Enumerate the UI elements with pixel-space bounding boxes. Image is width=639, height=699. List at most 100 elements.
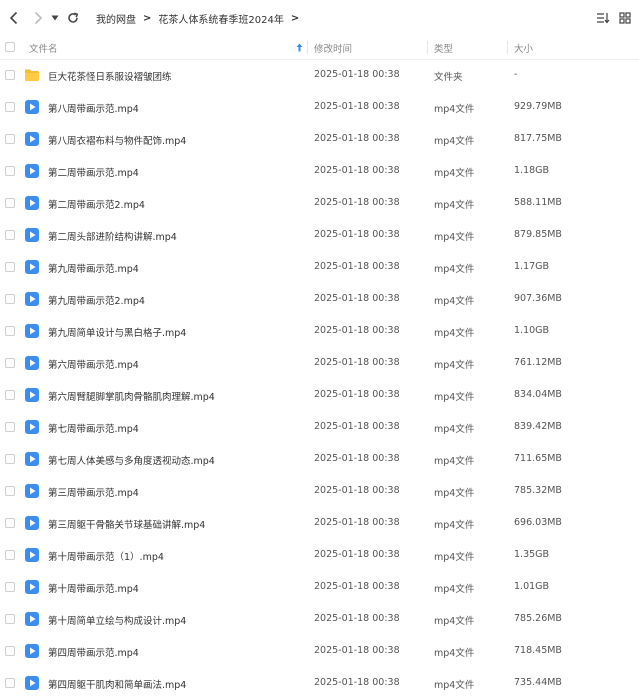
column-divider[interactable] (507, 41, 508, 54)
file-name[interactable]: 第九周带画示范.mp4 (48, 261, 139, 275)
file-type: mp4文件 (434, 584, 475, 595)
file-name[interactable]: 第二周带画示范2.mp4 (48, 197, 145, 211)
file-name[interactable]: 第四周躯干肌肉和简单画法.mp4 (48, 677, 186, 691)
file-modified-time: 2025-01-18 00:38 (314, 165, 400, 176)
row-checkbox[interactable] (5, 70, 15, 80)
file-type: mp4文件 (434, 264, 475, 275)
file-row[interactable]: 第九周带画示范2.mp4 2025-01-18 00:38 mp4文件 907.36M… (0, 283, 639, 315)
column-header-type[interactable]: 类型 (434, 41, 453, 55)
file-row[interactable]: 第四周带画示范.mp4 2025-01-18 00:38 mp4文件 718.45MB (0, 635, 639, 667)
file-row[interactable]: 第六周臂腿脚掌肌肉骨骼肌肉理解.mp4 2025-01-18 00:38 mp4文件… (0, 379, 639, 411)
file-row[interactable]: 第二周带画示范.mp4 2025-01-18 00:38 mp4文件 1.18GB (0, 155, 639, 187)
file-name[interactable]: 第三周躯干骨骼关节球基础讲解.mp4 (48, 517, 205, 531)
file-name[interactable]: 第九周简单设计与黑白格子.mp4 (48, 325, 186, 339)
column-header-name[interactable]: 文件名 (29, 41, 58, 55)
row-checkbox[interactable] (5, 134, 15, 144)
row-checkbox[interactable] (5, 102, 15, 112)
file-name[interactable]: 第九周带画示范2.mp4 (48, 293, 145, 307)
file-name[interactable]: 第十周简单立绘与构成设计.mp4 (48, 613, 186, 627)
column-header-time[interactable]: 修改时间 (314, 41, 352, 55)
caret-down-icon (51, 15, 59, 21)
sort-button[interactable] (596, 12, 610, 27)
file-row[interactable]: 第七周人体美感与多角度透视动态.mp4 2025-01-18 00:38 mp4文件… (0, 443, 639, 475)
row-checkbox[interactable] (5, 198, 15, 208)
select-all-checkbox[interactable] (5, 42, 15, 52)
file-row[interactable]: 第二周头部进阶结构讲解.mp4 2025-01-18 00:38 mp4文件 879.… (0, 219, 639, 251)
file-row[interactable]: 第六周带画示范.mp4 2025-01-18 00:38 mp4文件 761.12MB (0, 347, 639, 379)
file-modified-time: 2025-01-18 00:38 (314, 293, 400, 304)
row-checkbox[interactable] (5, 422, 15, 432)
refresh-button[interactable] (65, 9, 81, 27)
file-name[interactable]: 第二周头部进阶结构讲解.mp4 (48, 229, 177, 243)
file-name[interactable]: 第七周人体美感与多角度透视动态.mp4 (48, 453, 215, 467)
sort-ascending-icon[interactable] (296, 43, 303, 52)
file-type: mp4文件 (434, 136, 475, 147)
column-divider[interactable] (307, 41, 308, 54)
file-row[interactable]: 第九周简单设计与黑白格子.mp4 2025-01-18 00:38 mp4文件 1.1… (0, 315, 639, 347)
row-checkbox[interactable] (5, 390, 15, 400)
file-type: mp4文件 (434, 520, 475, 531)
file-size: 879.85MB (514, 229, 562, 240)
chevron-right-icon (34, 11, 43, 25)
breadcrumb-expand-icon[interactable]: > (291, 13, 299, 24)
grid-view-icon (619, 12, 631, 24)
column-header-size[interactable]: 大小 (514, 41, 533, 55)
file-name[interactable]: 第二周带画示范.mp4 (48, 165, 139, 179)
video-file-icon (24, 675, 40, 691)
breadcrumb-separator-icon: > (143, 12, 152, 24)
row-checkbox[interactable] (5, 358, 15, 368)
file-size: 1.17GB (514, 261, 550, 272)
video-file-icon (24, 355, 40, 371)
row-checkbox[interactable] (5, 486, 15, 496)
row-checkbox[interactable] (5, 550, 15, 560)
file-row[interactable]: 第十周带画示范.mp4 2025-01-18 00:38 mp4文件 1.01GB (0, 571, 639, 603)
row-checkbox[interactable] (5, 262, 15, 272)
file-name[interactable]: 第三周带画示范.mp4 (48, 485, 139, 499)
file-type: mp4文件 (434, 648, 475, 659)
file-row[interactable]: 巨大花茶怪日系服设褶皱团练 2025-01-18 00:38 文件夹 - (0, 59, 639, 91)
video-file-icon (24, 451, 40, 467)
row-checkbox[interactable] (5, 454, 15, 464)
file-row[interactable]: 第四周躯干肌肉和简单画法.mp4 2025-01-18 00:38 mp4文件 735… (0, 667, 639, 699)
video-file-icon (24, 483, 40, 499)
row-checkbox[interactable] (5, 518, 15, 528)
row-checkbox[interactable] (5, 166, 15, 176)
file-row[interactable]: 第三周躯干骨骼关节球基础讲解.mp4 2025-01-18 00:38 mp4文件 6… (0, 507, 639, 539)
file-name[interactable]: 第十周带画示范（1）.mp4 (48, 549, 164, 563)
file-size: 785.26MB (514, 613, 562, 624)
file-name[interactable]: 第六周臂腿脚掌肌肉骨骼肌肉理解.mp4 (48, 389, 215, 403)
row-checkbox[interactable] (5, 614, 15, 624)
forward-button[interactable] (30, 9, 46, 27)
file-row[interactable]: 第十周带画示范（1）.mp4 2025-01-18 00:38 mp4文件 1.35G… (0, 539, 639, 571)
file-row[interactable]: 第八周带画示范.mp4 2025-01-18 00:38 mp4文件 929.79MB (0, 91, 639, 123)
history-dropdown[interactable] (50, 9, 60, 27)
row-checkbox[interactable] (5, 294, 15, 304)
video-file-icon (24, 515, 40, 531)
file-name[interactable]: 第七周带画示范.mp4 (48, 421, 139, 435)
file-row[interactable]: 第三周带画示范.mp4 2025-01-18 00:38 mp4文件 785.32MB (0, 475, 639, 507)
row-checkbox[interactable] (5, 230, 15, 240)
row-checkbox[interactable] (5, 582, 15, 592)
file-row[interactable]: 第七周带画示范.mp4 2025-01-18 00:38 mp4文件 839.42MB (0, 411, 639, 443)
file-type: mp4文件 (434, 616, 475, 627)
file-size: - (514, 69, 518, 80)
row-checkbox[interactable] (5, 326, 15, 336)
row-checkbox[interactable] (5, 646, 15, 656)
file-row[interactable]: 第九周带画示范.mp4 2025-01-18 00:38 mp4文件 1.17GB (0, 251, 639, 283)
grid-view-button[interactable] (619, 12, 631, 27)
file-type: mp4文件 (434, 360, 475, 371)
file-row[interactable]: 第十周简单立绘与构成设计.mp4 2025-01-18 00:38 mp4文件 785… (0, 603, 639, 635)
breadcrumb-item-root[interactable]: 我的网盘 (96, 11, 136, 26)
column-divider[interactable] (427, 41, 428, 54)
file-name[interactable]: 第四周带画示范.mp4 (48, 645, 139, 659)
file-name[interactable]: 第八周衣褶布料与物件配饰.mp4 (48, 133, 186, 147)
file-name[interactable]: 巨大花茶怪日系服设褶皱团练 (48, 69, 172, 83)
breadcrumb-item-current[interactable]: 花茶人体系统春季班2024年 (158, 11, 283, 26)
video-file-icon (24, 99, 40, 115)
back-button[interactable] (6, 9, 22, 27)
file-name[interactable]: 第六周带画示范.mp4 (48, 357, 139, 371)
file-name[interactable]: 第十周带画示范.mp4 (48, 581, 139, 595)
file-row[interactable]: 第八周衣褶布料与物件配饰.mp4 2025-01-18 00:38 mp4文件 817… (0, 123, 639, 155)
file-row[interactable]: 第二周带画示范2.mp4 2025-01-18 00:38 mp4文件 588.11M… (0, 187, 639, 219)
file-name[interactable]: 第八周带画示范.mp4 (48, 101, 139, 115)
